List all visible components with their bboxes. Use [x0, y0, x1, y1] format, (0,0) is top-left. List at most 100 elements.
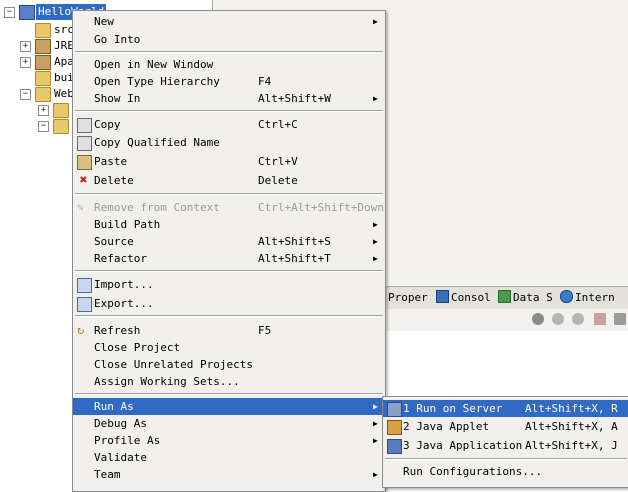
tab-label: Proper — [388, 291, 428, 304]
menu-item-close-project[interactable]: Close Project — [73, 339, 385, 356]
menu-item-java-applet[interactable]: 2 Java Applet Alt+Shift+X, A — [383, 418, 628, 435]
menu-item-delete[interactable]: ✖ Delete Delete — [73, 172, 385, 189]
menu-item-assign-working-sets[interactable]: Assign Working Sets... — [73, 373, 385, 390]
java-application-icon — [387, 439, 402, 454]
menu-item-label: Close Project — [94, 341, 181, 354]
menu-item-label: Go Into — [94, 33, 141, 46]
library-icon — [35, 39, 51, 54]
start-icon[interactable] — [552, 313, 564, 325]
tree-label-build[interactable]: bui — [54, 70, 74, 86]
menu-item-team[interactable]: Team ▶ — [73, 466, 385, 483]
menu-item-debug-as[interactable]: Debug As ▶ — [73, 415, 385, 432]
tab-data-source[interactable]: Data S — [498, 290, 553, 306]
tab-internal-web-browser[interactable]: Intern — [560, 290, 615, 306]
menu-item-export[interactable]: Export... — [73, 295, 385, 312]
submenu-arrow-icon: ▶ — [373, 94, 378, 103]
publish-icon[interactable] — [614, 313, 626, 325]
console-icon — [436, 290, 449, 303]
menu-item-shortcut: Alt+Shift+X, A — [525, 420, 618, 433]
menu-item-shortcut: F4 — [258, 75, 272, 88]
menu-item-close-unrelated-projects[interactable]: Close Unrelated Projects — [73, 356, 385, 373]
menu-item-run-as[interactable]: Run As ▶ — [73, 398, 385, 415]
menu-item-label: Copy — [94, 118, 121, 131]
menu-item-validate[interactable]: Validate — [73, 449, 385, 466]
menu-item-label: New — [94, 15, 114, 28]
menu-item-import[interactable]: Import... — [73, 276, 385, 293]
menu-separator — [75, 270, 383, 272]
menu-item-label: Refactor — [94, 252, 147, 265]
server-icon — [387, 402, 402, 417]
menu-item-label: Paste — [94, 155, 128, 168]
menu-item-label: Run As — [94, 400, 134, 413]
menu-item-label: Open Type Hierarchy — [94, 75, 220, 88]
remove-context-icon: ✎ — [77, 201, 84, 214]
paste-icon — [77, 155, 92, 170]
menu-separator — [75, 110, 383, 112]
menu-item-open-type-hierarchy[interactable]: Open Type Hierarchy F4 — [73, 73, 385, 90]
menu-item-copy-qualified-name[interactable]: Copy Qualified Name — [73, 134, 385, 151]
menu-item-label: Source — [94, 235, 134, 248]
menu-item-shortcut: Alt+Shift+W — [258, 92, 331, 105]
tab-console[interactable]: Consol — [436, 290, 491, 306]
submenu-arrow-icon: ▶ — [373, 402, 378, 411]
menu-item-shortcut: Alt+Shift+S — [258, 235, 331, 248]
collapse-icon[interactable]: − — [4, 7, 15, 18]
menu-item-label: Run Configurations... — [403, 465, 543, 478]
menu-item-label: Delete — [94, 174, 134, 187]
menu-item-show-in[interactable]: Show In Alt+Shift+W ▶ — [73, 90, 385, 107]
tree-label-apache[interactable]: Apa — [54, 54, 74, 70]
expand-icon[interactable]: + — [38, 105, 49, 116]
menu-item-refresh[interactable]: ↻ Refresh F5 — [73, 322, 385, 339]
menu-item-shortcut: Delete — [258, 174, 298, 187]
menu-separator — [75, 51, 383, 53]
submenu-arrow-icon: ▶ — [373, 17, 378, 26]
expand-icon[interactable]: + — [20, 57, 31, 68]
menu-item-shortcut: Alt+Shift+T — [258, 252, 331, 265]
menu-item-run-on-server[interactable]: 1 Run on Server Alt+Shift+X, R — [383, 400, 628, 417]
menu-item-build-path[interactable]: Build Path ▶ — [73, 216, 385, 233]
export-icon — [77, 297, 92, 312]
menu-item-java-application[interactable]: 3 Java Application Alt+Shift+X, J — [383, 437, 628, 454]
menu-item-refactor[interactable]: Refactor Alt+Shift+T ▶ — [73, 250, 385, 267]
menu-item-paste[interactable]: Paste Ctrl+V — [73, 153, 385, 170]
menu-item-profile-as[interactable]: Profile As ▶ — [73, 432, 385, 449]
menu-item-copy[interactable]: Copy Ctrl+C — [73, 116, 385, 133]
tree-label-web[interactable]: Web — [54, 86, 74, 102]
stop-icon[interactable] — [594, 313, 606, 325]
menu-item-label: Import... — [94, 278, 154, 291]
profile-icon[interactable] — [572, 313, 584, 325]
debug-icon[interactable] — [532, 313, 544, 325]
menu-item-label: Team — [94, 468, 121, 481]
menu-item-new[interactable]: New ▶ — [73, 13, 385, 30]
submenu-arrow-icon: ▶ — [373, 470, 378, 479]
menu-item-label: Debug As — [94, 417, 147, 430]
menu-item-label: 3 Java Application — [403, 439, 523, 452]
menu-item-remove-from-context: ✎ Remove from Context Ctrl+Alt+Shift+Dow… — [73, 199, 385, 216]
submenu-arrow-icon: ▶ — [373, 237, 378, 246]
menu-item-label: Remove from Context — [94, 201, 220, 214]
menu-item-run-configurations[interactable]: Run Configurations... — [383, 463, 628, 480]
menu-item-shortcut: Ctrl+Alt+Shift+Down — [258, 201, 384, 214]
folder-icon — [53, 119, 69, 134]
menu-item-label: Export... — [94, 297, 154, 310]
menu-item-go-into[interactable]: Go Into — [73, 31, 385, 48]
menu-separator — [75, 315, 383, 317]
collapse-icon[interactable]: − — [38, 121, 49, 132]
folder-icon — [35, 71, 51, 86]
tree-label-jre[interactable]: JRE — [54, 38, 74, 54]
menu-item-label: Copy Qualified Name — [94, 136, 220, 149]
copy-qualified-name-icon — [77, 136, 92, 151]
menu-separator — [75, 193, 383, 195]
menu-item-source[interactable]: Source Alt+Shift+S ▶ — [73, 233, 385, 250]
tree-label-src[interactable]: src — [54, 22, 74, 38]
copy-icon — [77, 118, 92, 133]
tab-properties[interactable]: Proper — [388, 290, 428, 306]
expand-icon[interactable]: + — [20, 41, 31, 52]
collapse-icon[interactable]: − — [20, 89, 31, 100]
java-applet-icon — [387, 420, 402, 435]
menu-separator — [385, 458, 627, 460]
tab-label: Consol — [451, 291, 491, 304]
import-icon — [77, 278, 92, 293]
menu-item-shortcut: Alt+Shift+X, R — [525, 402, 618, 415]
menu-item-open-in-new-window[interactable]: Open in New Window — [73, 56, 385, 73]
